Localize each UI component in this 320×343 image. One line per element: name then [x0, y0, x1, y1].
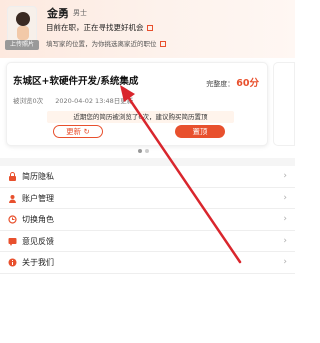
next-resume-card[interactable]: [273, 62, 295, 146]
refresh-icon: ↻: [83, 127, 90, 136]
menu-item-label: 账户管理: [22, 193, 54, 203]
menu-item-label: 简历隐私: [22, 172, 54, 181]
job-status-text: 目前在职，正在寻找更好机会: [46, 23, 144, 32]
menu-item-about[interactable]: 关于我们 ›: [0, 252, 295, 274]
menu-item-label: 关于我们: [22, 258, 54, 267]
user-gender: 男士: [73, 9, 87, 17]
chevron-right-icon: ›: [283, 214, 287, 224]
update-date: 2020-04-02 13:48日更新: [55, 97, 134, 105]
switch-icon: [8, 215, 17, 224]
resume-card[interactable]: 东城区+软硬件开发/系统集成 完整度： 60分 被浏览0次 2020-04-02 …: [6, 62, 268, 146]
menu-item-label: 切换角色: [22, 215, 54, 224]
account-icon: [9, 194, 16, 203]
menu-item-account[interactable]: 账户管理 ›: [0, 188, 295, 209]
menu-item-switch-role[interactable]: 切换角色 ›: [0, 209, 295, 231]
job-status[interactable]: 目前在职，正在寻找更好机会: [46, 22, 153, 33]
chevron-right-icon: ›: [283, 257, 287, 267]
home-location-hint[interactable]: 填写家的位置，为你挑选离家近的职位: [46, 38, 166, 48]
edit-icon[interactable]: [159, 41, 166, 47]
upload-photo-label[interactable]: 上传照片: [5, 40, 39, 50]
chevron-right-icon: ›: [283, 171, 287, 181]
chevron-right-icon: ›: [283, 192, 287, 203]
resume-meta: 被浏览0次 2020-04-02 13:48日更新: [13, 95, 143, 105]
pin-top-button[interactable]: 置顶: [175, 125, 225, 138]
view-count: 被浏览0次: [13, 97, 44, 105]
resume-tip: 近期您的简历被浏览了0次，建议购买简历置顶: [47, 111, 234, 123]
carousel-dot-active: [138, 149, 142, 153]
carousel-dot: [145, 149, 149, 153]
avatar-silhouette-icon: [16, 12, 30, 40]
menu-item-label: 意见反馈: [22, 236, 54, 246]
resume-completeness: 完整度： 60分: [206, 75, 259, 89]
edit-icon[interactable]: [146, 25, 153, 31]
feedback-icon: [8, 237, 17, 246]
refresh-button[interactable]: 更新 ↻: [53, 125, 103, 138]
chevron-right-icon: ›: [283, 235, 287, 246]
menu-item-resume-privacy[interactable]: 简历隐私 ›: [0, 166, 295, 188]
carousel-dots: [136, 149, 160, 153]
user-name: 金勇: [47, 7, 69, 20]
profile-header: 上传照片 金勇 男士 目前在职，正在寻找更好机会 填写家的位置，为你挑选离家近的…: [0, 0, 295, 58]
resume-title[interactable]: 东城区+软硬件开发/系统集成: [13, 73, 138, 87]
section-divider: [0, 158, 295, 166]
home-location-hint-text: 填写家的位置，为你挑选离家近的职位: [46, 40, 157, 48]
completeness-value: 60分: [236, 78, 259, 89]
settings-menu: 简历隐私 › 账户管理 › 切换角色 › 意见反馈 › 关于我们 ›: [0, 166, 295, 274]
refresh-label: 更新: [66, 127, 82, 136]
completeness-label: 完整度：: [206, 80, 235, 88]
lock-icon: [9, 172, 16, 181]
menu-item-feedback[interactable]: 意见反馈 ›: [0, 231, 295, 252]
info-icon: [8, 258, 17, 267]
